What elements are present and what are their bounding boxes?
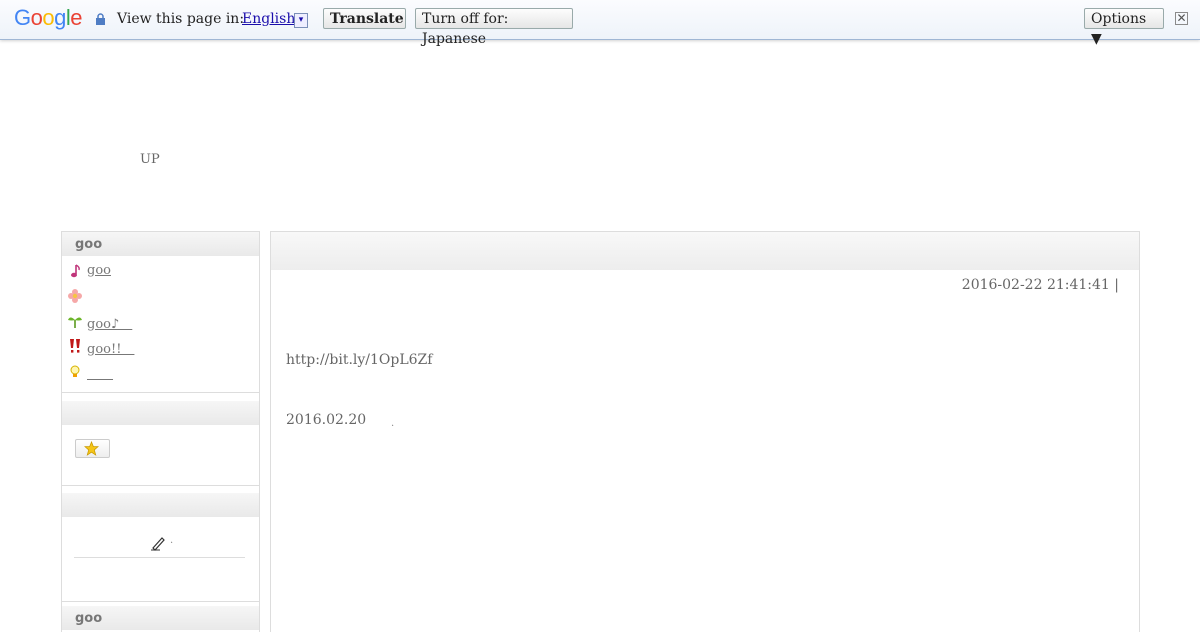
article-header	[271, 232, 1139, 271]
flower-icon	[68, 289, 82, 303]
divider	[74, 557, 245, 558]
options-button[interactable]: Options ▼	[1084, 8, 1164, 47]
star-icon	[84, 441, 99, 456]
up-text: UP	[140, 152, 160, 167]
sidebar-item[interactable]: goo♪	[62, 310, 259, 335]
logo-letter: g	[54, 5, 66, 30]
article-panel: 2016-02-22 21:41:41 | http://bit.ly/1OpL…	[270, 231, 1140, 632]
language-link[interactable]: English	[242, 11, 295, 27]
sidebar-item[interactable]: goo	[62, 260, 259, 285]
google-logo: Google	[14, 5, 83, 31]
article-date-line: 2016.02.20	[286, 412, 367, 428]
lock-icon	[96, 13, 105, 25]
logo-letter: o	[30, 5, 43, 30]
language-dropdown-icon[interactable]: ▾	[294, 13, 308, 28]
sidebar-item-label[interactable]	[87, 363, 113, 382]
sidebar-item[interactable]: goo!!	[62, 335, 259, 360]
translate-button[interactable]: Translate	[323, 8, 406, 29]
sidebar-item-label[interactable]: goo!!	[87, 338, 134, 357]
double-exclamation-icon	[70, 339, 80, 353]
sidebar-section-title	[62, 493, 259, 517]
close-icon[interactable]: ✕	[1175, 12, 1188, 25]
logo-letter: o	[42, 5, 55, 30]
article-link[interactable]: http://bit.ly/1OpL6Zf	[286, 352, 432, 368]
view-page-label: View this page in:	[117, 11, 245, 27]
pen-icon[interactable]	[150, 535, 166, 551]
sidebar: goo goo goo♪ goo!! . goo	[61, 231, 260, 632]
sidebar-section-title	[62, 401, 259, 425]
logo-letter: G	[14, 5, 31, 30]
sidebar-item-label[interactable]: goo♪	[87, 313, 132, 332]
bulb-icon	[70, 365, 80, 377]
article-dot: .	[391, 418, 395, 429]
pen-dot: .	[170, 535, 174, 546]
pen-section: .	[62, 517, 259, 601]
sidebar-section-title: goo	[62, 232, 259, 256]
star-section	[62, 425, 259, 485]
article-date: 2016-02-22 21:41:41 |	[961, 277, 1119, 293]
logo-letter: e	[70, 5, 83, 30]
star-button[interactable]	[75, 439, 110, 458]
translate-bar: Google View this page in: English ▾ Tran…	[0, 0, 1200, 47]
sidebar-item-label[interactable]: goo	[87, 263, 111, 278]
sidebar-section-title: goo	[62, 606, 259, 630]
sprout-icon	[68, 317, 82, 328]
sidebar-item[interactable]	[62, 285, 259, 310]
music-note-icon	[71, 264, 80, 278]
turn-off-button[interactable]: Turn off for: Japanese	[415, 8, 573, 47]
sidebar-item[interactable]	[62, 360, 259, 385]
